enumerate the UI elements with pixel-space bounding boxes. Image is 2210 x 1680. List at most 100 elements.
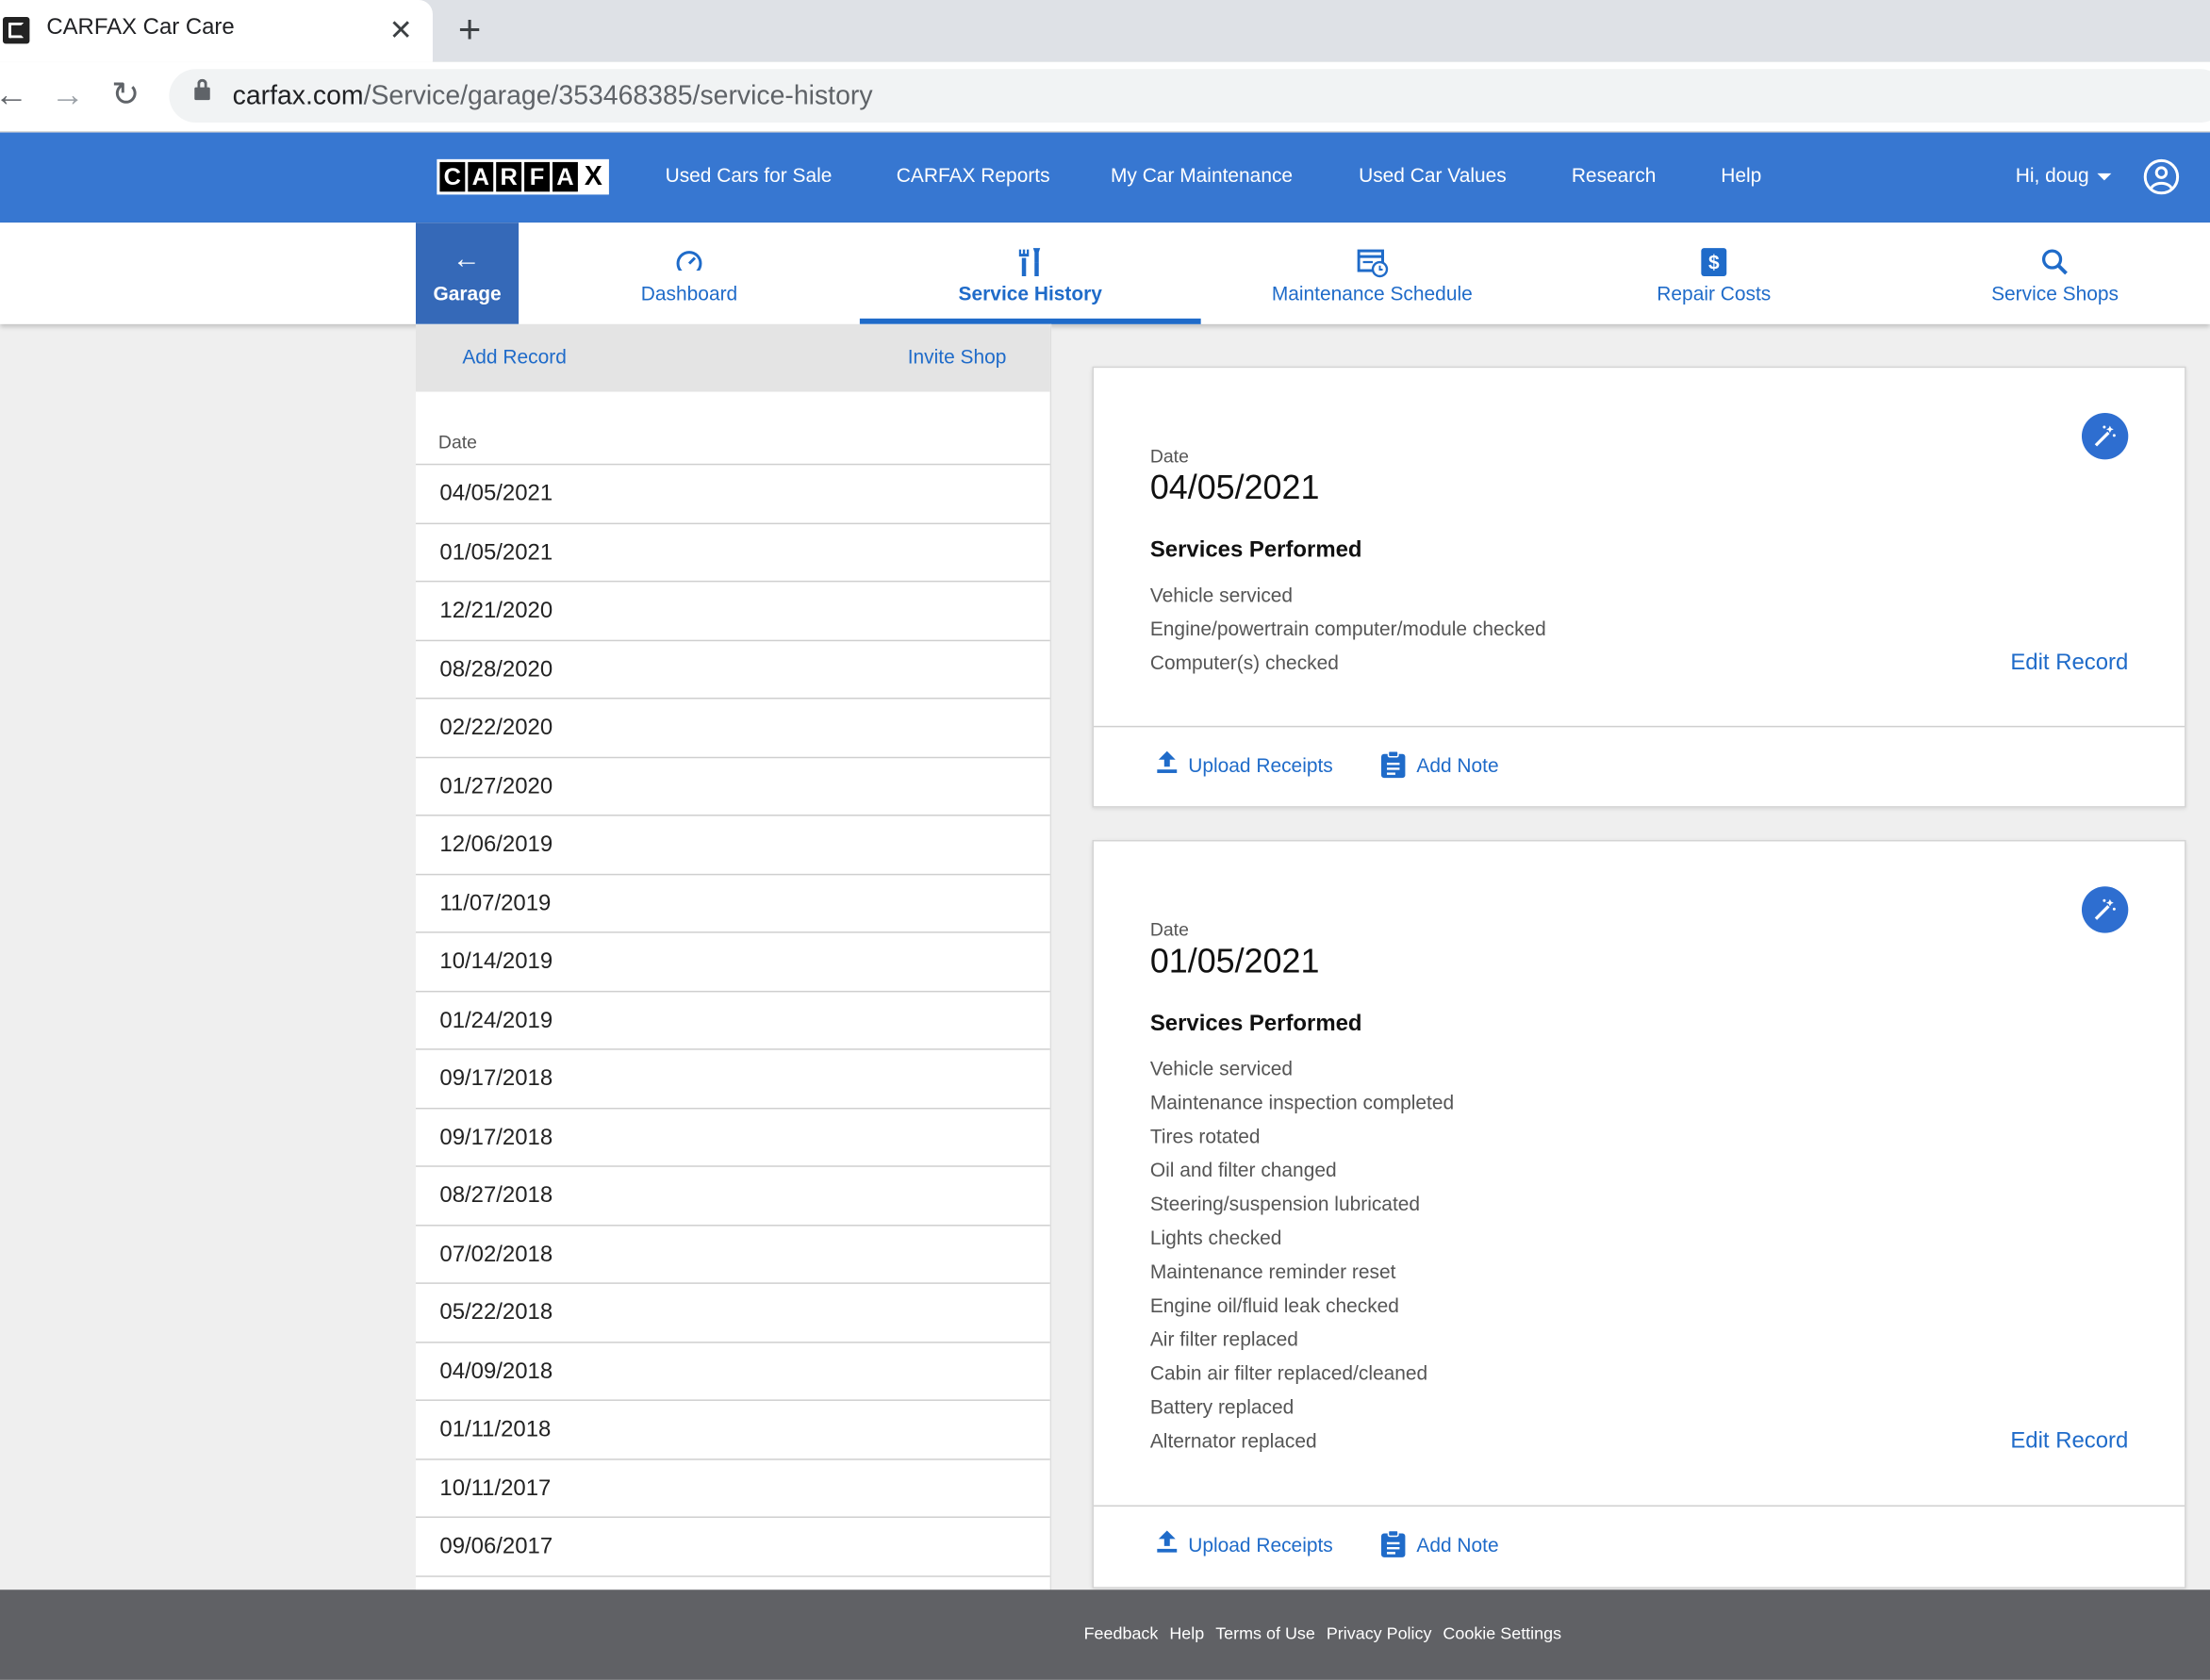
- footer-link[interactable]: Terms of Use: [1215, 1623, 1315, 1643]
- carfax-favicon-icon: [2, 16, 30, 44]
- tab-label: Maintenance Schedule: [1271, 281, 1473, 305]
- garage-label: Garage: [433, 281, 502, 305]
- magic-wand-icon[interactable]: [2081, 886, 2129, 933]
- close-tab-icon[interactable]: ✕: [389, 12, 413, 47]
- tab-title: CARFAX Car Care: [46, 15, 235, 40]
- tab-repair-costs[interactable]: $ Repair Costs: [1543, 222, 1885, 324]
- browser-tab-strip: CARFAX Car Care ✕ +: [0, 0, 2210, 62]
- service-item: Steering/suspension lubricated: [1149, 1192, 1421, 1215]
- nav-research[interactable]: Research: [1572, 163, 1657, 186]
- edit-record-link[interactable]: Edit Record: [2010, 1429, 2128, 1455]
- date-list-row[interactable]: 07/02/2018: [415, 1226, 1050, 1284]
- date-list-row[interactable]: 08/28/2020: [415, 640, 1050, 700]
- date-list-row[interactable]: 01/11/2018: [415, 1401, 1050, 1459]
- tools-icon: [1018, 248, 1041, 277]
- magic-wand-icon[interactable]: [2081, 413, 2129, 460]
- nav-car-maintenance[interactable]: My Car Maintenance: [1111, 163, 1293, 186]
- date-list-row[interactable]: 01/24/2019: [415, 992, 1050, 1050]
- service-item: Engine/powertrain computer/module checke…: [1149, 617, 1546, 640]
- service-item: Computer(s) checked: [1149, 651, 1339, 674]
- add-note-link[interactable]: Add Note: [1416, 754, 1498, 777]
- tab-maintenance-schedule[interactable]: Maintenance Schedule: [1201, 222, 1543, 324]
- service-item: Engine oil/fluid leak checked: [1149, 1293, 1399, 1317]
- date-list-row[interactable]: 02/22/2020: [415, 699, 1050, 758]
- tab-service-shops[interactable]: Service Shops: [1885, 222, 2210, 324]
- account-icon[interactable]: [2143, 158, 2180, 195]
- search-icon: [2041, 249, 2068, 275]
- url-path: /Service/garage/353468385/service-histor…: [363, 81, 873, 112]
- service-item: Tires rotated: [1149, 1124, 1261, 1147]
- back-arrow-icon[interactable]: ←: [0, 76, 28, 116]
- add-note-link[interactable]: Add Note: [1416, 1533, 1498, 1556]
- tab-label: Service History: [958, 281, 1102, 305]
- url-text[interactable]: carfax.com/Service/garage/353468385/serv…: [233, 82, 873, 113]
- tab-label: Repair Costs: [1657, 281, 1772, 305]
- tab-service-history[interactable]: Service History: [859, 222, 1201, 324]
- user-menu[interactable]: Hi, doug: [2016, 163, 2112, 186]
- date-label: Date: [1149, 918, 1189, 941]
- invite-shop-link[interactable]: Invite Shop: [908, 345, 1007, 368]
- date-list-row[interactable]: 01/05/2021: [415, 523, 1050, 583]
- dollar-icon: $: [1701, 248, 1727, 277]
- footer-links: Feedback Help Terms of Use Privacy Policy Co…: [1084, 1623, 1561, 1643]
- new-tab-icon[interactable]: +: [458, 8, 481, 51]
- logo-letter: C: [439, 161, 466, 192]
- services-performed-title: Services Performed: [1149, 538, 1362, 563]
- footer-link[interactable]: Cookie Settings: [1443, 1623, 1561, 1643]
- date-list-row[interactable]: 12/06/2019: [415, 816, 1050, 875]
- service-item: Air filter replaced: [1149, 1327, 1298, 1351]
- edit-record-link[interactable]: Edit Record: [2010, 651, 2128, 677]
- logo-letter: R: [496, 161, 522, 192]
- date-list-row[interactable]: 09/17/2018: [415, 1109, 1050, 1167]
- date-list-row[interactable]: 10/14/2019: [415, 933, 1050, 992]
- nav-carfax-reports[interactable]: CARFAX Reports: [897, 163, 1050, 186]
- address-bar[interactable]: carfax.com/Service/garage/353468385/serv…: [169, 69, 2210, 124]
- nav-help[interactable]: Help: [1721, 163, 1761, 186]
- date-column-header: Date: [437, 431, 477, 453]
- service-item: Battery replaced: [1149, 1394, 1295, 1418]
- footer-link[interactable]: Help: [1169, 1623, 1204, 1643]
- date-list-row[interactable]: 10/11/2017: [415, 1459, 1050, 1519]
- reload-icon[interactable]: ↻: [111, 76, 140, 116]
- upload-receipts-link[interactable]: Upload Receipts: [1188, 1533, 1333, 1556]
- garage-back-button[interactable]: ← Garage: [415, 222, 520, 324]
- upload-receipts-link[interactable]: Upload Receipts: [1188, 754, 1333, 777]
- browser-tab[interactable]: CARFAX Car Care ✕: [0, 0, 433, 62]
- tab-dashboard[interactable]: Dashboard: [519, 222, 860, 324]
- app-frame: CARFAX Car Care ✕ + ← → ↻ carfax.com/Ser…: [0, 0, 2210, 1680]
- lock-icon: [194, 78, 210, 101]
- card-footer: Upload Receipts Add Note: [1094, 725, 2185, 808]
- record-date: 04/05/2021: [1149, 469, 1320, 508]
- forward-arrow-icon[interactable]: →: [51, 76, 85, 116]
- service-item: Vehicle serviced: [1149, 1057, 1294, 1080]
- service-record-card: Date 01/05/2021 Services Performed Vehic…: [1092, 839, 2186, 1589]
- add-record-link[interactable]: Add Record: [462, 345, 567, 368]
- logo-letter: F: [524, 161, 551, 192]
- wand-glyph: [2094, 898, 2116, 920]
- service-date-list-panel: Add Record Invite Shop Date 04/05/2021 01…: [415, 323, 1052, 1593]
- date-list-row[interactable]: 04/05/2021: [415, 465, 1050, 524]
- service-record-card: Date 04/05/2021 Services Performed Vehic…: [1092, 366, 2186, 808]
- nav-used-cars[interactable]: Used Cars for Sale: [666, 163, 833, 186]
- date-list-row[interactable]: 04/09/2018: [415, 1342, 1050, 1401]
- nav-used-car-values[interactable]: Used Car Values: [1359, 163, 1507, 186]
- record-date: 01/05/2021: [1149, 943, 1320, 981]
- site-header: CARFAX Used Cars for Sale CARFAX Reports…: [0, 132, 2210, 223]
- date-list-row[interactable]: 08/27/2018: [415, 1167, 1050, 1226]
- date-list-row[interactable]: 11/07/2019: [415, 875, 1050, 933]
- footer-link[interactable]: Feedback: [1084, 1623, 1159, 1643]
- date-list-row[interactable]: 12/21/2020: [415, 582, 1050, 641]
- upload-icon: [1157, 750, 1178, 773]
- date-list-row[interactable]: 05/22/2018: [415, 1284, 1050, 1342]
- clipboard-icon: [1381, 1529, 1406, 1557]
- date-list-row[interactable]: 09/17/2018: [415, 1050, 1050, 1109]
- calendar-clock-icon: [1356, 249, 1388, 278]
- logo-letter: A: [552, 161, 578, 192]
- date-list-row[interactable]: 09/06/2017: [415, 1518, 1050, 1577]
- services-list: Vehicle serviced Maintenance inspection c…: [1150, 1051, 1454, 1458]
- footer-link[interactable]: Privacy Policy: [1327, 1623, 1432, 1643]
- date-list-row[interactable]: 01/27/2020: [415, 758, 1050, 816]
- list-actions: Add Record Invite Shop: [415, 323, 1050, 392]
- carfax-logo[interactable]: CARFAX: [437, 158, 609, 195]
- service-item: Cabin air filter replaced/cleaned: [1149, 1361, 1428, 1384]
